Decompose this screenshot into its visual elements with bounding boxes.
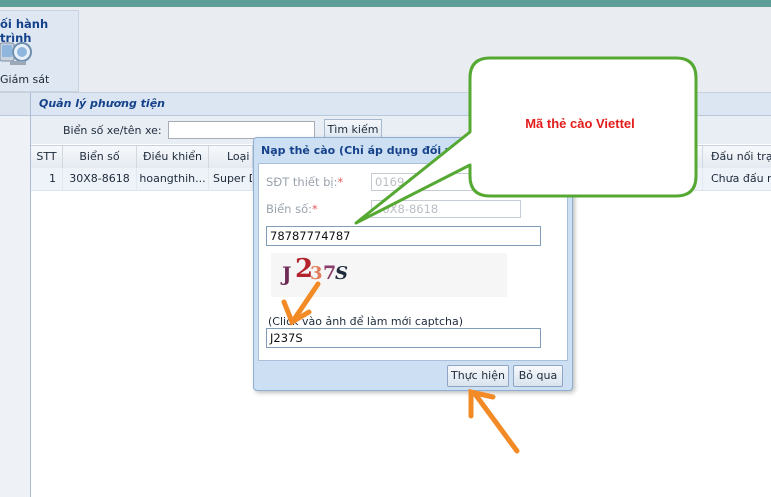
arrow-to-captcha [281, 281, 321, 326]
arrow-to-submit [468, 388, 520, 454]
annotation-overlay [281, 56, 698, 454]
callout-bubble [354, 56, 698, 225]
callout-text: Mã thẻ cào Viettel [525, 116, 635, 131]
